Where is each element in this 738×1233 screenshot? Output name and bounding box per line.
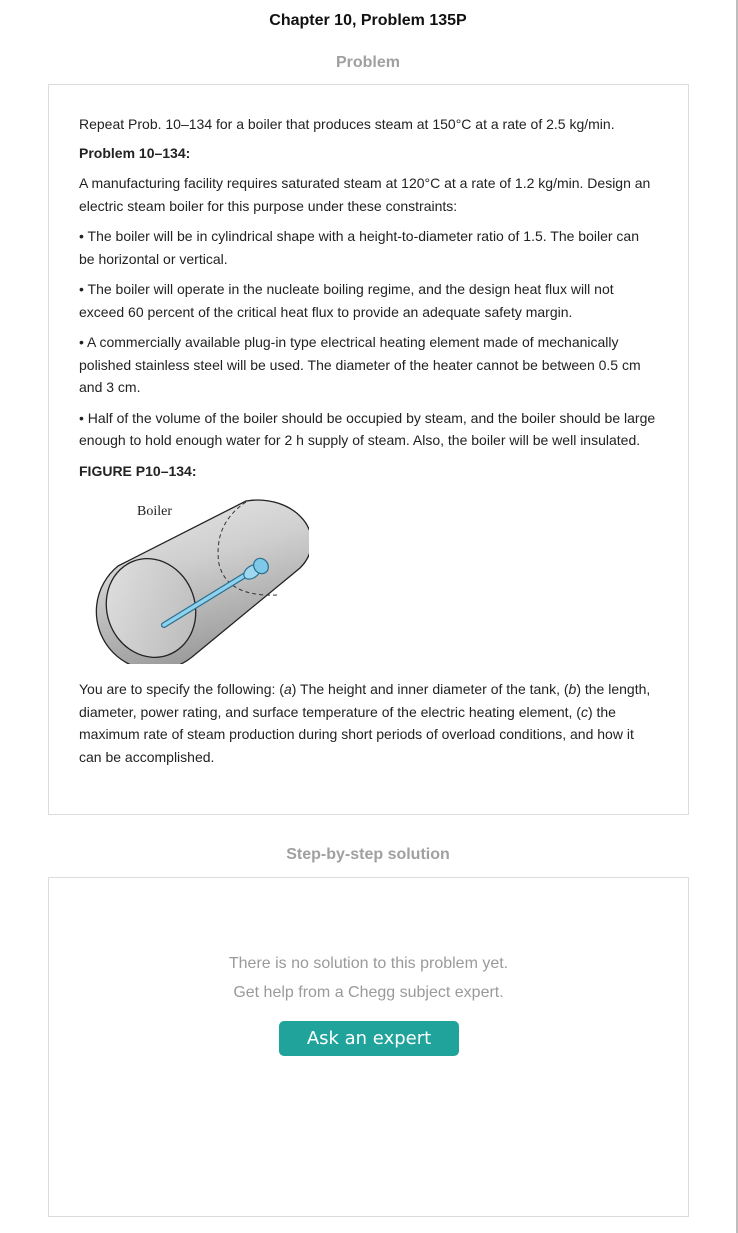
ask-expert-button[interactable]: Ask an expert (279, 1021, 459, 1056)
boiler-illustration: Boiler (95, 499, 313, 671)
problem-card: Repeat Prob. 10–134 for a boiler that pr… (48, 84, 689, 815)
problem-heading: Problem (335, 54, 400, 71)
constraint-item: • The boiler will be in cylindrical shap… (79, 228, 640, 267)
figure-label: FIGURE P10–134: (79, 462, 197, 479)
specify-text: You are to specify the following: (a) Th… (79, 681, 651, 765)
no-solution-message: There is no solution to this problem yet… (228, 955, 509, 972)
solution-heading: Step-by-step solution (286, 846, 450, 863)
constraint-item: • Half of the volume of the boiler shoul… (79, 409, 656, 449)
page-title: Chapter 10, Problem 135P (269, 12, 467, 29)
expert-help-text: Get help from a Chegg subject expert. (233, 984, 504, 1001)
constraint-item: • The boiler will operate in the nucleat… (79, 281, 614, 320)
solution-card: There is no solution to this problem yet… (48, 877, 689, 1217)
problem-intro: Repeat Prob. 10–134 for a boiler that pr… (79, 116, 615, 132)
reference-problem-label: Problem 10–134: (79, 144, 191, 161)
constraint-item: • A commercially available plug-in type … (79, 334, 641, 395)
reference-problem-text: A manufacturing facility requires satura… (79, 175, 651, 214)
boiler-caption: Boiler (137, 504, 172, 519)
boiler-figure: Boiler (89, 494, 313, 671)
